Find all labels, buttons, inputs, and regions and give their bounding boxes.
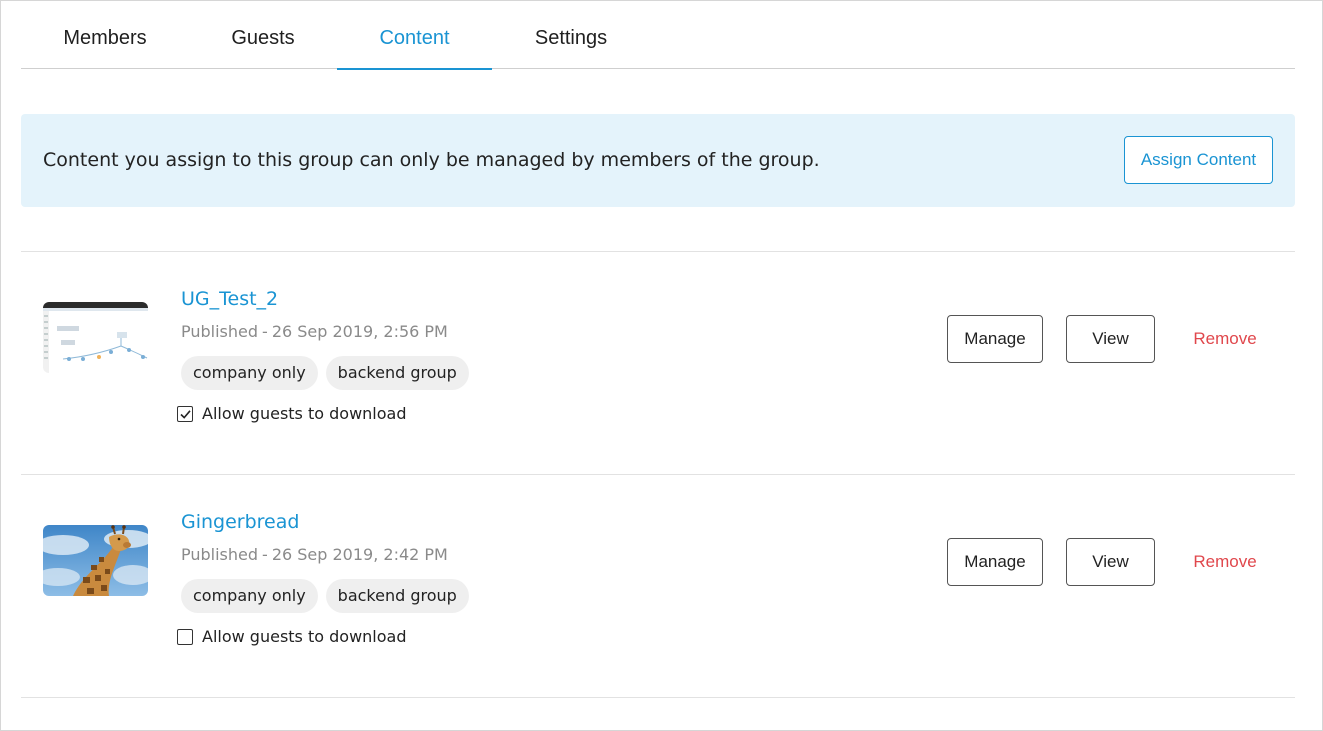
- assign-content-button[interactable]: Assign Content: [1124, 136, 1273, 184]
- banner-message: Content you assign to this group can onl…: [43, 149, 820, 171]
- diagram-thumbnail-image: [43, 302, 148, 373]
- tag-chip: backend group: [325, 356, 469, 390]
- content-meta: Published -26 Sep 2019, 2:56 PM: [181, 322, 448, 341]
- content-thumbnail[interactable]: [43, 302, 148, 373]
- allow-download-checkbox[interactable]: [177, 628, 193, 645]
- tag-chip: backend group: [325, 579, 469, 613]
- tag-list: company only backend group: [181, 579, 477, 613]
- content-meta: Published -26 Sep 2019, 2:42 PM: [181, 545, 448, 564]
- info-banner: Content you assign to this group can onl…: [21, 114, 1295, 207]
- allow-download-label: Allow guests to download: [202, 404, 407, 423]
- content-title[interactable]: Gingerbread: [181, 511, 299, 533]
- meta-separator: -: [262, 322, 268, 341]
- publish-date: 26 Sep 2019, 2:56 PM: [271, 322, 448, 341]
- giraffe-thumbnail-image: [43, 525, 148, 596]
- content-tab-panel: Members Guests Content Settings Content …: [0, 0, 1323, 731]
- remove-button[interactable]: Remove: [1181, 538, 1269, 586]
- content-title[interactable]: UG_Test_2: [181, 288, 278, 310]
- publish-date: 26 Sep 2019, 2:42 PM: [271, 545, 448, 564]
- content-item: UG_Test_2 Published -26 Sep 2019, 2:56 PM…: [21, 252, 1295, 474]
- allow-download-checkbox[interactable]: [177, 405, 193, 422]
- manage-button[interactable]: Manage: [947, 538, 1043, 586]
- tab-content[interactable]: Content: [337, 1, 492, 70]
- tab-members[interactable]: Members: [45, 1, 165, 69]
- tab-bar: Members Guests Content Settings: [21, 1, 1295, 70]
- allow-download-option[interactable]: Allow guests to download: [177, 626, 406, 650]
- content-thumbnail[interactable]: [43, 525, 148, 596]
- manage-button[interactable]: Manage: [947, 315, 1043, 363]
- remove-button[interactable]: Remove: [1181, 315, 1269, 363]
- tab-guests[interactable]: Guests: [203, 1, 323, 69]
- divider: [21, 697, 1295, 698]
- content-item: Gingerbread Published -26 Sep 2019, 2:42 …: [21, 475, 1295, 697]
- meta-separator: -: [262, 545, 268, 564]
- tab-settings[interactable]: Settings: [511, 1, 631, 69]
- tag-chip: company only: [181, 356, 318, 390]
- view-button[interactable]: View: [1066, 315, 1155, 363]
- tag-list: company only backend group: [181, 356, 477, 390]
- checkmark-icon: [180, 409, 191, 419]
- view-button[interactable]: View: [1066, 538, 1155, 586]
- allow-download-label: Allow guests to download: [202, 627, 407, 646]
- tag-chip: company only: [181, 579, 318, 613]
- publish-status: Published: [181, 545, 259, 564]
- allow-download-option[interactable]: Allow guests to download: [177, 403, 406, 427]
- publish-status: Published: [181, 322, 259, 341]
